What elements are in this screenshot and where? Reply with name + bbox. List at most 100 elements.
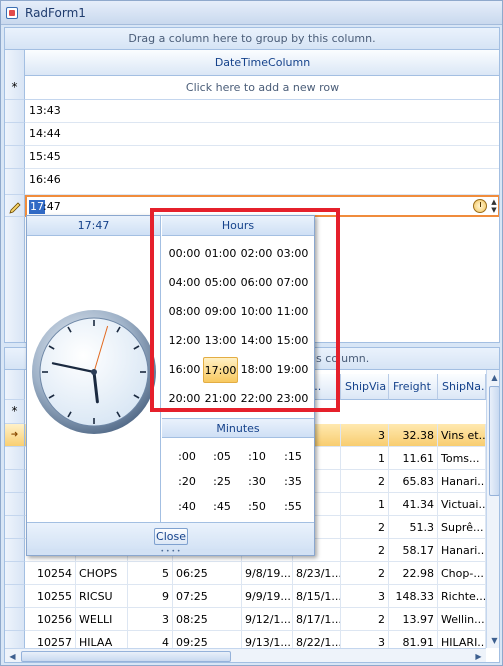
column-header-datetime[interactable]: DateTimeColumn (25, 50, 499, 76)
table-cell-name[interactable]: Hanari... (438, 539, 486, 562)
table-row[interactable]: 13:43 (25, 100, 499, 123)
table-cell-freight[interactable]: 11.61 (389, 447, 438, 470)
scroll-up-icon[interactable]: ▲ (487, 370, 499, 385)
table-cell-via[interactable]: 2 (341, 470, 389, 493)
minutes-grid: :00:05:10:15 :20:25:30:35 :40:45:50:55 (162, 440, 314, 522)
table-cell-time[interactable]: 06:25 (173, 562, 242, 585)
minute-option[interactable]: :40 (172, 494, 202, 520)
table-cell-id[interactable]: 10255 (25, 585, 76, 608)
column-header-freight[interactable]: Freight (389, 374, 438, 400)
row-indicator (5, 470, 25, 493)
table-cell-name[interactable]: Chop-... (438, 562, 486, 585)
table-cell-freight[interactable]: 148.33 (389, 585, 438, 608)
minute-option[interactable]: :10 (242, 444, 272, 470)
table-cell-id[interactable]: 10256 (25, 608, 76, 631)
editor-rest-text[interactable]: :47 (43, 198, 61, 215)
table-cell-via[interactable]: 3 (341, 424, 389, 447)
table-cell-name[interactable]: Victuai... (438, 493, 486, 516)
horizontal-scroll-thumb[interactable] (21, 651, 231, 662)
table-cell-freight[interactable]: 51.3 (389, 516, 438, 539)
edit-row-indicator (5, 195, 25, 217)
minute-option[interactable]: :05 (207, 444, 237, 470)
table-cell-via[interactable]: 2 (341, 562, 389, 585)
minutes-header: Minutes (162, 418, 314, 438)
table-cell-name[interactable]: Richte... (438, 585, 486, 608)
pencil-icon (9, 202, 21, 214)
minute-option[interactable]: :35 (278, 469, 308, 495)
table-row[interactable]: 15:45 (25, 146, 499, 169)
row-indicator (5, 146, 25, 169)
minute-option[interactable]: :25 (207, 469, 237, 495)
table-cell-name[interactable]: Suprê... (438, 516, 486, 539)
table-row[interactable]: 14:44 (25, 123, 499, 146)
scroll-down-icon[interactable]: ▼ (487, 633, 499, 648)
table-cell-d2[interactable]: 8/23/1... (293, 562, 341, 585)
popup-footer: Close (27, 522, 314, 549)
table-cell-name[interactable]: Vins et... (438, 424, 486, 447)
table-cell-freight[interactable]: 41.34 (389, 493, 438, 516)
table-cell-id[interactable]: 10254 (25, 562, 76, 585)
row-indicator (5, 447, 25, 470)
table-cell-cust[interactable]: WELLI (76, 608, 128, 631)
clock-panel (27, 236, 161, 522)
table-cell-freight[interactable]: 58.17 (389, 539, 438, 562)
row-indicator (5, 539, 25, 562)
table-cell-emp[interactable]: 9 (128, 585, 173, 608)
table-cell-freight[interactable]: 32.38 (389, 424, 438, 447)
scroll-left-icon[interactable]: ◀ (5, 649, 20, 662)
table-cell-via[interactable]: 3 (341, 585, 389, 608)
minute-option[interactable]: :50 (242, 494, 272, 520)
row-indicator (5, 493, 25, 516)
table-row[interactable]: 16:46 (25, 169, 499, 195)
table-cell-emp[interactable]: 3 (128, 608, 173, 631)
minute-option[interactable]: :15 (278, 444, 308, 470)
table-cell-d1[interactable]: 9/9/19... (242, 585, 293, 608)
table-cell-via[interactable]: 2 (341, 539, 389, 562)
hours-highlight-box (150, 208, 340, 412)
table-cell-emp[interactable]: 5 (128, 562, 173, 585)
new-row-indicator: * (5, 400, 25, 424)
table-cell-name[interactable]: Hanari... (438, 470, 486, 493)
minute-option[interactable]: :20 (172, 469, 202, 495)
table-cell-cust[interactable]: RICSU (76, 585, 128, 608)
table-cell-freight[interactable]: 13.97 (389, 608, 438, 631)
table-cell-via[interactable]: 2 (341, 516, 389, 539)
spin-buttons[interactable]: ▲ ▼ (489, 198, 499, 214)
table-cell-d1[interactable]: 9/8/19... (242, 562, 293, 585)
app-icon (6, 7, 18, 19)
clock-dropdown-icon[interactable] (473, 199, 487, 213)
table-cell-name[interactable]: Toms... (438, 447, 486, 470)
row-indicator (5, 608, 25, 631)
header-row: DateTimeColumn (5, 50, 499, 76)
minute-option[interactable]: :55 (278, 494, 308, 520)
close-button[interactable]: Close (154, 528, 188, 545)
table-cell-name[interactable]: Wellin... (438, 608, 486, 631)
vertical-scrollbar[interactable]: ▲ ▼ (486, 370, 499, 648)
column-header-shipvia[interactable]: ShipVia (341, 374, 389, 400)
horizontal-scrollbar[interactable]: ◀ ▶ (5, 648, 486, 662)
minute-option[interactable]: :00 (172, 444, 202, 470)
column-header-shipname[interactable]: ShipNa... (438, 374, 486, 400)
add-new-row[interactable]: Click here to add a new row (25, 76, 499, 100)
row-indicator (5, 562, 25, 585)
table-cell-freight[interactable]: 65.83 (389, 470, 438, 493)
minute-option[interactable]: :45 (207, 494, 237, 520)
table-cell-via[interactable]: 1 (341, 447, 389, 470)
table-cell-d1[interactable]: 9/12/1... (242, 608, 293, 631)
row-indicator-area (5, 217, 25, 342)
minute-option[interactable]: :30 (242, 469, 272, 495)
table-cell-d2[interactable]: 8/15/1... (293, 585, 341, 608)
table-cell-cust[interactable]: CHOPS (76, 562, 128, 585)
table-cell-d2[interactable]: 8/17/1... (293, 608, 341, 631)
vertical-scroll-thumb[interactable] (489, 386, 499, 496)
resize-grip[interactable]: • • • • (27, 549, 314, 555)
scroll-right-icon[interactable]: ▶ (471, 649, 486, 662)
row-indicator (5, 123, 25, 146)
table-cell-time[interactable]: 08:25 (173, 608, 242, 631)
table-cell-via[interactable]: 1 (341, 493, 389, 516)
row-indicator (5, 169, 25, 195)
table-cell-freight[interactable]: 22.98 (389, 562, 438, 585)
table-cell-via[interactable]: 2 (341, 608, 389, 631)
group-panel[interactable]: Drag a column here to group by this colu… (5, 28, 499, 50)
table-cell-time[interactable]: 07:25 (173, 585, 242, 608)
